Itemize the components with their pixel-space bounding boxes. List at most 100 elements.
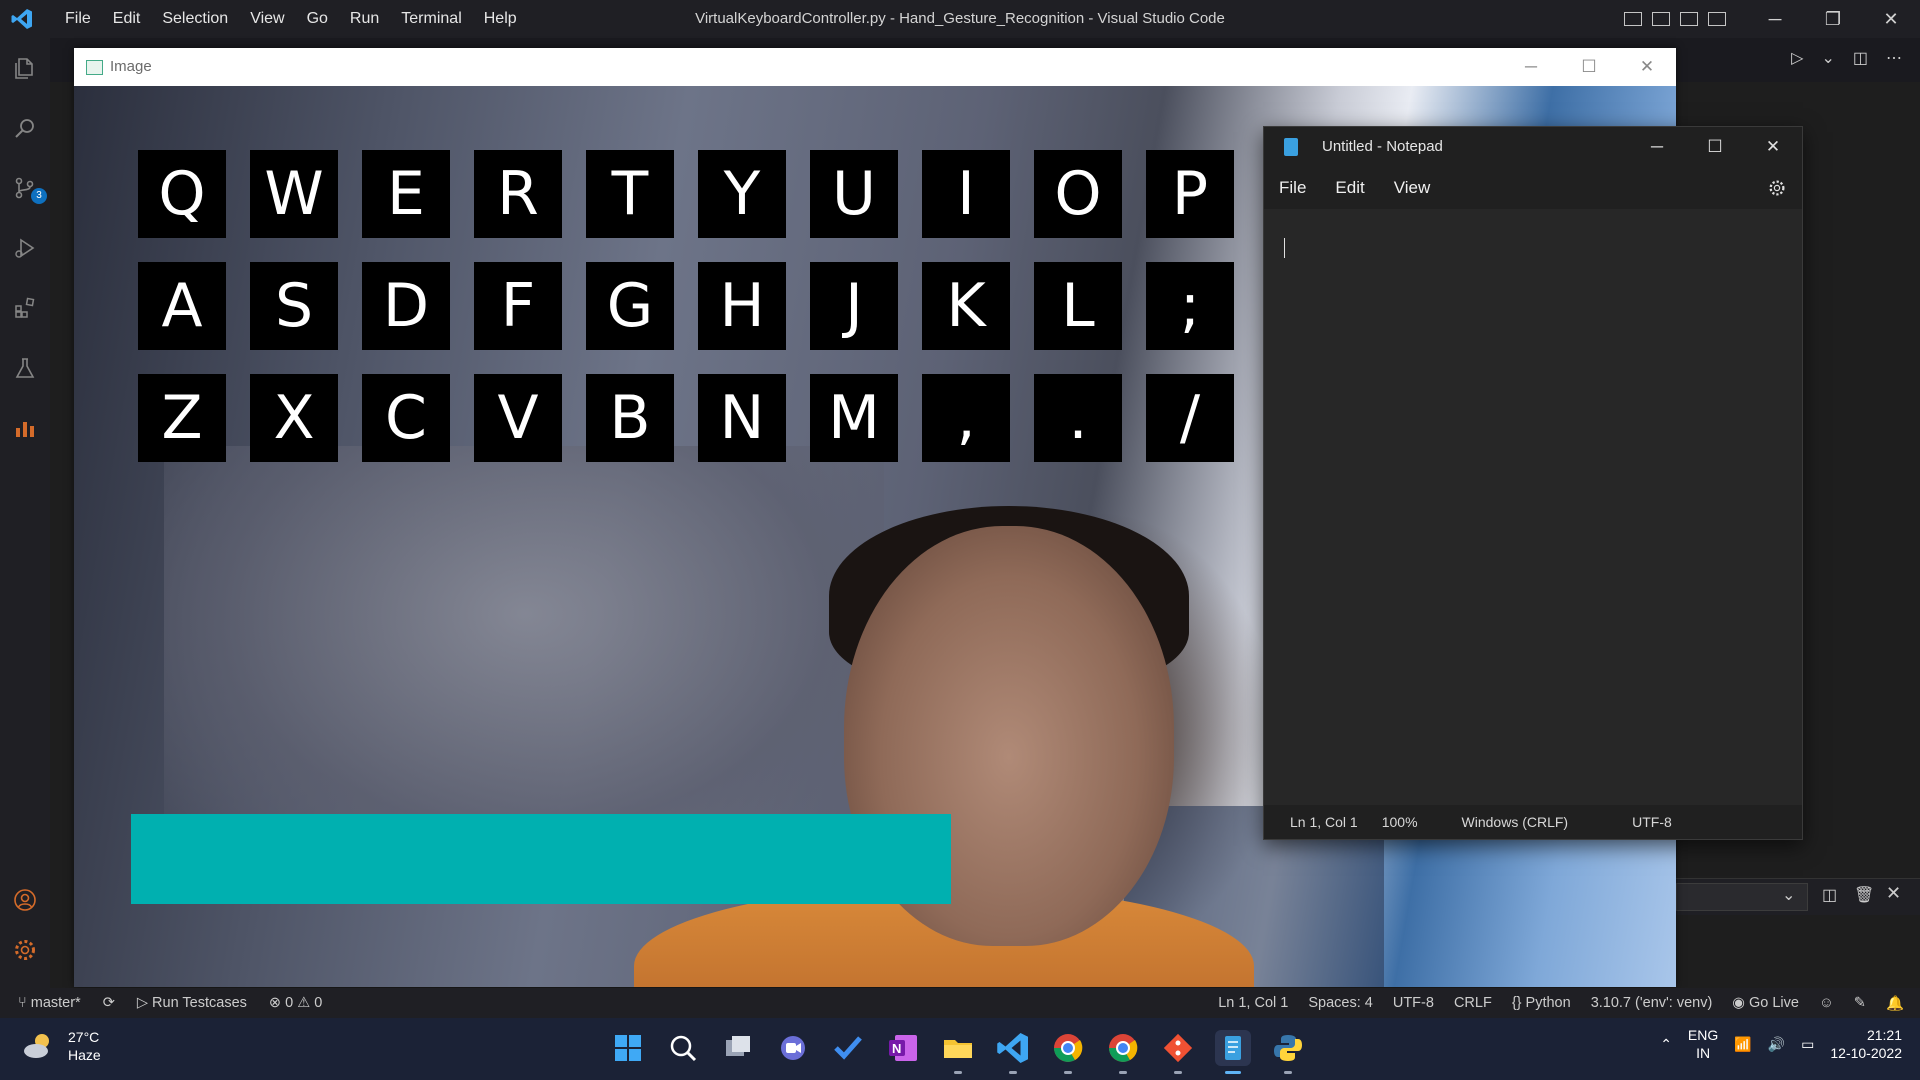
menu-go[interactable]: Go	[296, 10, 339, 28]
image-minimize-button[interactable]: ─	[1502, 48, 1560, 86]
onenote-icon[interactable]: N	[885, 1030, 921, 1066]
account-icon[interactable]	[13, 888, 37, 912]
split-terminal-icon[interactable]: ◫	[1822, 885, 1837, 905]
key-button[interactable]: J	[810, 262, 898, 350]
search-icon[interactable]	[13, 116, 37, 140]
vscode-icon[interactable]	[995, 1030, 1031, 1074]
chrome-profile-icon[interactable]	[1105, 1030, 1141, 1074]
chart-icon[interactable]	[13, 416, 37, 440]
minimize-button[interactable]: ─	[1746, 0, 1804, 38]
python-interpreter[interactable]: 3.10.7 ('env': venv)	[1591, 995, 1713, 1011]
split-editor-icon[interactable]: ◫	[1853, 48, 1868, 68]
key-button[interactable]: ,	[922, 374, 1010, 462]
menu-file[interactable]: File	[54, 10, 102, 28]
key-button[interactable]: P	[1146, 150, 1234, 238]
copilot-icon[interactable]: ☺	[1819, 995, 1834, 1011]
key-button[interactable]: Q	[138, 150, 226, 238]
language-indicator[interactable]: ENG IN	[1688, 1026, 1718, 1062]
notepad-icon[interactable]	[1215, 1030, 1251, 1074]
toggle-sidebar-icon[interactable]	[1624, 12, 1642, 26]
notepad-maximize-button[interactable]: ☐	[1686, 127, 1744, 167]
close-panel-icon[interactable]: ✕	[1886, 883, 1901, 904]
notepad-text-area[interactable]	[1264, 209, 1802, 759]
notepad-menu-edit[interactable]: Edit	[1320, 178, 1378, 198]
weather-widget[interactable]: 27°C Haze	[22, 1028, 101, 1064]
cursor-position[interactable]: Ln 1, Col 1	[1218, 995, 1288, 1011]
python-icon[interactable]	[1270, 1030, 1306, 1074]
notepad-settings-icon[interactable]	[1768, 179, 1786, 197]
run-testcases-item[interactable]: ▷ Run Testcases	[137, 995, 247, 1011]
file-encoding[interactable]: UTF-8	[1393, 995, 1434, 1011]
chevron-up-icon[interactable]: ⌃	[1660, 1036, 1672, 1053]
wifi-icon[interactable]: 📶	[1734, 1036, 1751, 1053]
run-icon[interactable]: ▷	[1791, 48, 1803, 68]
notepad-minimize-button[interactable]: ─	[1628, 127, 1686, 167]
feedback-icon[interactable]: ✎	[1854, 995, 1866, 1011]
key-button[interactable]: E	[362, 150, 450, 238]
close-button[interactable]: ✕	[1862, 0, 1920, 38]
image-maximize-button[interactable]: ☐	[1560, 48, 1618, 86]
menu-view[interactable]: View	[239, 10, 295, 28]
menu-terminal[interactable]: Terminal	[390, 10, 472, 28]
key-button[interactable]: A	[138, 262, 226, 350]
menu-edit[interactable]: Edit	[102, 10, 152, 28]
key-button[interactable]: Y	[698, 150, 786, 238]
key-button[interactable]: /	[1146, 374, 1234, 462]
key-button[interactable]: D	[362, 262, 450, 350]
key-button[interactable]: I	[922, 150, 1010, 238]
key-button[interactable]: W	[250, 150, 338, 238]
key-button[interactable]: G	[586, 262, 674, 350]
key-button[interactable]: X	[250, 374, 338, 462]
chrome-icon[interactable]	[1050, 1030, 1086, 1074]
volume-icon[interactable]: 🔊	[1768, 1036, 1785, 1053]
key-button[interactable]: C	[362, 374, 450, 462]
chat-icon[interactable]	[775, 1030, 811, 1066]
extensions-icon[interactable]	[13, 296, 37, 320]
chevron-down-icon[interactable]: ⌄	[1782, 885, 1795, 905]
notepad-menu-view[interactable]: View	[1379, 178, 1445, 198]
start-icon[interactable]	[610, 1030, 646, 1066]
key-button[interactable]: U	[810, 150, 898, 238]
end-of-line[interactable]: CRLF	[1454, 995, 1492, 1011]
todo-icon[interactable]	[830, 1030, 866, 1066]
problems-item[interactable]: ⊗ 0 ⚠ 0	[269, 995, 322, 1011]
key-button[interactable]: T	[586, 150, 674, 238]
image-close-button[interactable]: ✕	[1618, 48, 1676, 86]
restore-button[interactable]: ❐	[1804, 0, 1862, 38]
trash-icon[interactable]: 🗑	[1854, 885, 1874, 905]
key-button[interactable]: L	[1034, 262, 1122, 350]
gear-icon[interactable]	[13, 938, 37, 962]
key-button[interactable]: M	[810, 374, 898, 462]
key-button[interactable]: K	[922, 262, 1010, 350]
key-button[interactable]: B	[586, 374, 674, 462]
sync-icon[interactable]: ⟳	[103, 995, 115, 1011]
toggle-secondary-sidebar-icon[interactable]	[1680, 12, 1698, 26]
clock[interactable]: 21:21 12-10-2022	[1830, 1026, 1902, 1062]
toggle-panel-icon[interactable]	[1652, 12, 1670, 26]
key-button[interactable]: V	[474, 374, 562, 462]
search-icon[interactable]	[665, 1030, 701, 1066]
key-button[interactable]: N	[698, 374, 786, 462]
key-button[interactable]: Z	[138, 374, 226, 462]
key-button[interactable]: H	[698, 262, 786, 350]
more-actions-icon[interactable]: ⋯	[1886, 48, 1902, 68]
battery-icon[interactable]: ▭	[1801, 1036, 1814, 1053]
run-debug-icon[interactable]	[13, 236, 37, 260]
git-icon[interactable]	[1160, 1030, 1196, 1074]
notepad-close-button[interactable]: ✕	[1744, 127, 1802, 167]
key-button[interactable]: O	[1034, 150, 1122, 238]
bell-icon[interactable]: 🔔	[1886, 995, 1904, 1012]
key-button[interactable]: ;	[1146, 262, 1234, 350]
indentation[interactable]: Spaces: 4	[1308, 995, 1373, 1011]
go-live-item[interactable]: ◉ Go Live	[1732, 995, 1799, 1011]
testing-icon[interactable]	[13, 356, 37, 380]
explorer-icon[interactable]	[13, 56, 37, 80]
notepad-menu-file[interactable]: File	[1264, 178, 1320, 198]
branch-item[interactable]: ⑂ master*	[18, 995, 81, 1011]
chevron-down-icon[interactable]: ⌄	[1821, 48, 1834, 68]
key-button[interactable]: .	[1034, 374, 1122, 462]
menu-help[interactable]: Help	[473, 10, 528, 28]
key-button[interactable]: R	[474, 150, 562, 238]
key-button[interactable]: F	[474, 262, 562, 350]
menu-run[interactable]: Run	[339, 10, 390, 28]
